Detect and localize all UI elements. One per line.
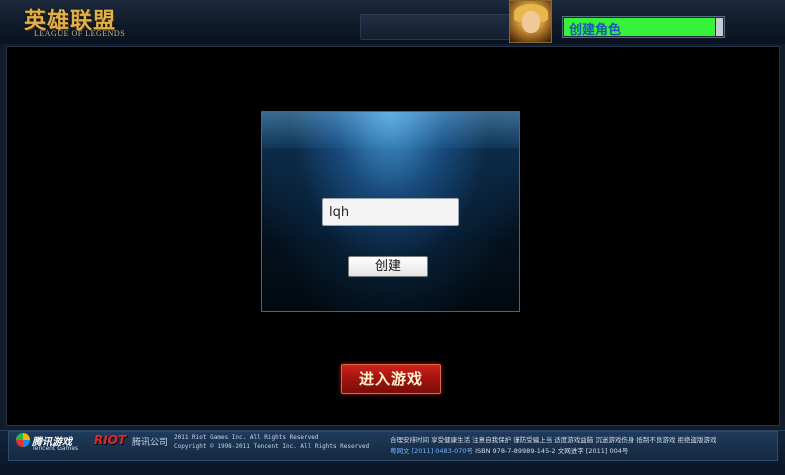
riot-logo: RIOT <box>94 433 127 447</box>
isbn-text: ISBN 978-7-89989-145-2 文网进字 [2011] 004号 <box>473 447 629 455</box>
create-button[interactable]: 创建 <box>348 256 428 277</box>
status-bar-label: 创建角色 <box>569 23 622 38</box>
copyright-line-2: Copyright © 1998-2011 Tencent Inc. All R… <box>174 443 370 450</box>
champion-avatar[interactable] <box>509 0 552 43</box>
header-decoration <box>360 14 512 40</box>
health-notice: 合理安排时间 享受健康生活 注意自我保护 谨防受骗上当 适度游戏益脑 沉迷游戏伤… <box>390 436 717 444</box>
create-character-status-bar: 创建角色 <box>562 16 725 38</box>
license-link[interactable]: 粤网文 [2011] 0483-070号 <box>390 447 473 455</box>
enter-game-button[interactable]: 进入游戏 <box>341 364 441 394</box>
status-bar-end <box>716 18 723 36</box>
tencent-games-logo-subtext: Tencent Games <box>32 445 79 452</box>
top-header: 英雄联盟 LEAGUE OF LEGENDS 创建角色 <box>0 0 785 45</box>
company-name: 腾讯公司 <box>132 438 169 448</box>
dialog-highlight <box>262 112 519 148</box>
character-name-input[interactable] <box>322 198 459 226</box>
copyright-line-1: 2011 Riot Games Inc. All Rights Reserved <box>174 434 319 441</box>
avatar-face <box>522 11 540 33</box>
tencent-games-logo-icon <box>16 433 30 447</box>
game-logo-subtitle: LEAGUE OF LEGENDS <box>34 29 126 38</box>
license-info: 粤网文 [2011] 0483-070号 ISBN 978-7-89989-14… <box>390 445 628 455</box>
